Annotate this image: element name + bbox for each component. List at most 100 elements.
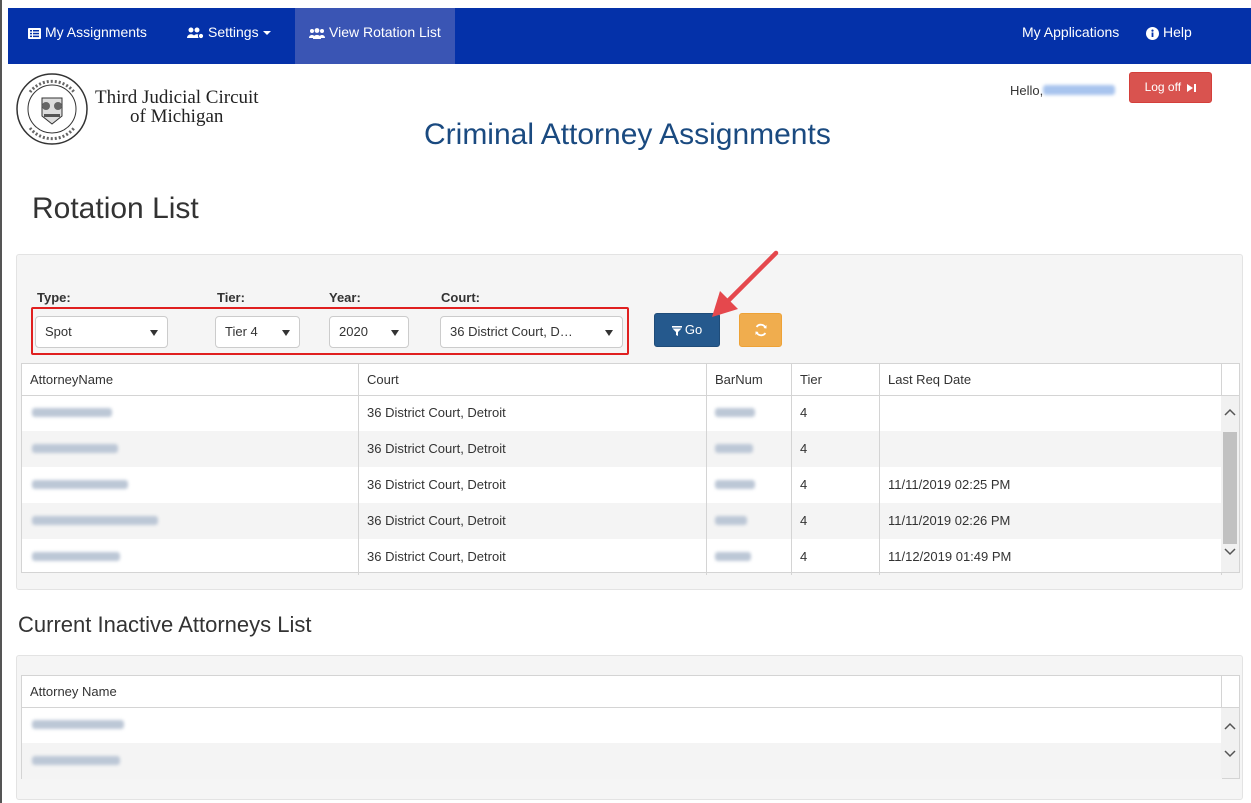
- nav-view-rotation-list-label: View Rotation List: [329, 24, 441, 40]
- attorney-name-cell: [22, 743, 1222, 779]
- court-label: Court:: [441, 290, 480, 305]
- chevron-down-icon[interactable]: [1224, 750, 1236, 758]
- inactive-table-scrollbar[interactable]: [1221, 708, 1239, 778]
- annotation-arrow: [712, 250, 779, 317]
- table-row[interactable]: 36 District Court, Detroit 4 11/11/2019 …: [22, 467, 1222, 503]
- filter-highlight-box: [31, 307, 629, 355]
- barnum-cell: [707, 467, 792, 503]
- nav-my-applications-label: My Applications: [1022, 24, 1120, 40]
- app-title: Criminal Attorney Assignments: [424, 118, 831, 151]
- rotation-table: AttorneyName Court BarNum Tier Last Req …: [21, 363, 1240, 575]
- barnum-cell: [707, 395, 792, 431]
- column-header-last-req-date[interactable]: Last Req Date: [880, 364, 1222, 395]
- chevron-up-icon[interactable]: [1224, 408, 1236, 416]
- redacted-barnum: [715, 444, 753, 453]
- window-border: [0, 0, 2, 803]
- redacted-attorney-name: [32, 480, 128, 489]
- table-row[interactable]: 36 District Court, Detroit 4: [22, 395, 1222, 431]
- column-header-court[interactable]: Court: [359, 364, 707, 395]
- chevron-down-icon[interactable]: [1224, 548, 1236, 556]
- barnum-cell: [707, 431, 792, 467]
- last-req-date-cell: 11/11/2019 02:25 PM: [880, 467, 1222, 503]
- nav-my-assignments-label: My Assignments: [45, 24, 147, 40]
- tier-label: Tier:: [217, 290, 245, 305]
- column-header-attorney-name[interactable]: Attorney Name: [22, 676, 1222, 707]
- year-label: Year:: [329, 290, 361, 305]
- nav-settings-label: Settings: [208, 24, 259, 40]
- nav-view-rotation-list[interactable]: View Rotation List: [295, 8, 455, 64]
- column-header-attorney-name[interactable]: AttorneyName: [22, 364, 359, 395]
- logoff-label: Log off: [1144, 80, 1182, 94]
- rotation-table-scrollbar[interactable]: [1221, 396, 1239, 572]
- tier-cell: 4: [792, 431, 880, 467]
- refresh-icon: [755, 323, 767, 337]
- rotation-table-header: AttorneyName Court BarNum Tier Last Req …: [22, 364, 1239, 396]
- attorney-name-cell: [22, 431, 359, 467]
- nav-help[interactable]: Help: [1132, 8, 1206, 64]
- logoff-button[interactable]: Log off: [1129, 72, 1212, 103]
- table-row[interactable]: [22, 707, 1222, 743]
- inactive-attorneys-title: Current Inactive Attorneys List: [18, 612, 312, 637]
- page-title: Rotation List: [32, 192, 199, 225]
- court-cell: 36 District Court, Detroit: [359, 539, 707, 575]
- redacted-attorney-name: [32, 516, 158, 525]
- nav-my-assignments[interactable]: My Assignments: [14, 8, 161, 64]
- hello-greeting: Hello,: [1010, 83, 1044, 98]
- attorney-name-cell: [22, 395, 359, 431]
- redacted-barnum: [715, 552, 751, 561]
- attorney-name-cell: [22, 467, 359, 503]
- nav-help-label: Help: [1163, 24, 1192, 40]
- inactive-attorneys-table: Attorney Name: [21, 675, 1240, 779]
- tier-cell: 4: [792, 395, 880, 431]
- type-label: Type:: [37, 290, 71, 305]
- attorney-name-cell: [22, 707, 1222, 743]
- nav-my-applications[interactable]: My Applications: [1008, 8, 1133, 64]
- filter-icon: [671, 325, 682, 336]
- tier-cell: 4: [792, 539, 880, 575]
- inactive-table-header: Attorney Name: [22, 676, 1239, 708]
- chevron-down-icon: [262, 31, 271, 36]
- last-req-date-cell: 11/12/2019 01:49 PM: [880, 539, 1222, 575]
- last-req-date-cell: [880, 431, 1222, 467]
- list-icon: [28, 27, 41, 39]
- redacted-attorney-name: [32, 444, 118, 453]
- court-cell: 36 District Court, Detroit: [359, 431, 707, 467]
- barnum-cell: [707, 539, 792, 575]
- scrollbar-thumb[interactable]: [1223, 432, 1237, 544]
- court-name-line-2: of Michigan: [130, 106, 224, 127]
- table-row[interactable]: 36 District Court, Detroit 4 11/12/2019 …: [22, 539, 1222, 575]
- court-cell: 36 District Court, Detroit: [359, 395, 707, 431]
- redacted-barnum: [715, 408, 755, 417]
- column-header-tier[interactable]: Tier: [792, 364, 880, 395]
- tier-cell: 4: [792, 467, 880, 503]
- info-circle-icon: [1146, 26, 1159, 40]
- column-header-barnum[interactable]: BarNum: [707, 364, 792, 395]
- barnum-cell: [707, 503, 792, 539]
- table-row[interactable]: 36 District Court, Detroit 4: [22, 431, 1222, 467]
- last-req-date-cell: 11/11/2019 02:26 PM: [880, 503, 1222, 539]
- users-icon: [309, 27, 325, 39]
- redacted-barnum: [715, 516, 747, 525]
- redacted-attorney-name: [32, 552, 120, 561]
- tier-cell: 4: [792, 503, 880, 539]
- redacted-attorney-name: [32, 756, 120, 765]
- redacted-attorney-name: [32, 408, 112, 417]
- michigan-court-seal-logo: [16, 73, 88, 145]
- court-cell: 36 District Court, Detroit: [359, 467, 707, 503]
- redacted-attorney-name: [32, 720, 124, 729]
- table-row[interactable]: 36 District Court, Detroit 4 11/11/2019 …: [22, 503, 1222, 539]
- attorney-name-cell: [22, 539, 359, 575]
- users-cog-icon: [187, 27, 205, 40]
- court-name: Third Judicial Circuit of Michigan: [95, 88, 259, 126]
- last-req-date-cell: [880, 395, 1222, 431]
- court-cell: 36 District Court, Detroit: [359, 503, 707, 539]
- nav-settings-dropdown[interactable]: Settings: [173, 8, 285, 64]
- court-name-line-1: Third Judicial Circuit: [95, 87, 259, 108]
- sign-out-icon: [1187, 83, 1197, 92]
- attorney-name-cell: [22, 503, 359, 539]
- table-row[interactable]: [22, 743, 1222, 779]
- chevron-up-icon[interactable]: [1224, 722, 1236, 730]
- user-name-redacted: [1043, 85, 1115, 95]
- top-navbar: My Assignments Settings View Rotation Li…: [8, 8, 1251, 64]
- redacted-barnum: [715, 480, 755, 489]
